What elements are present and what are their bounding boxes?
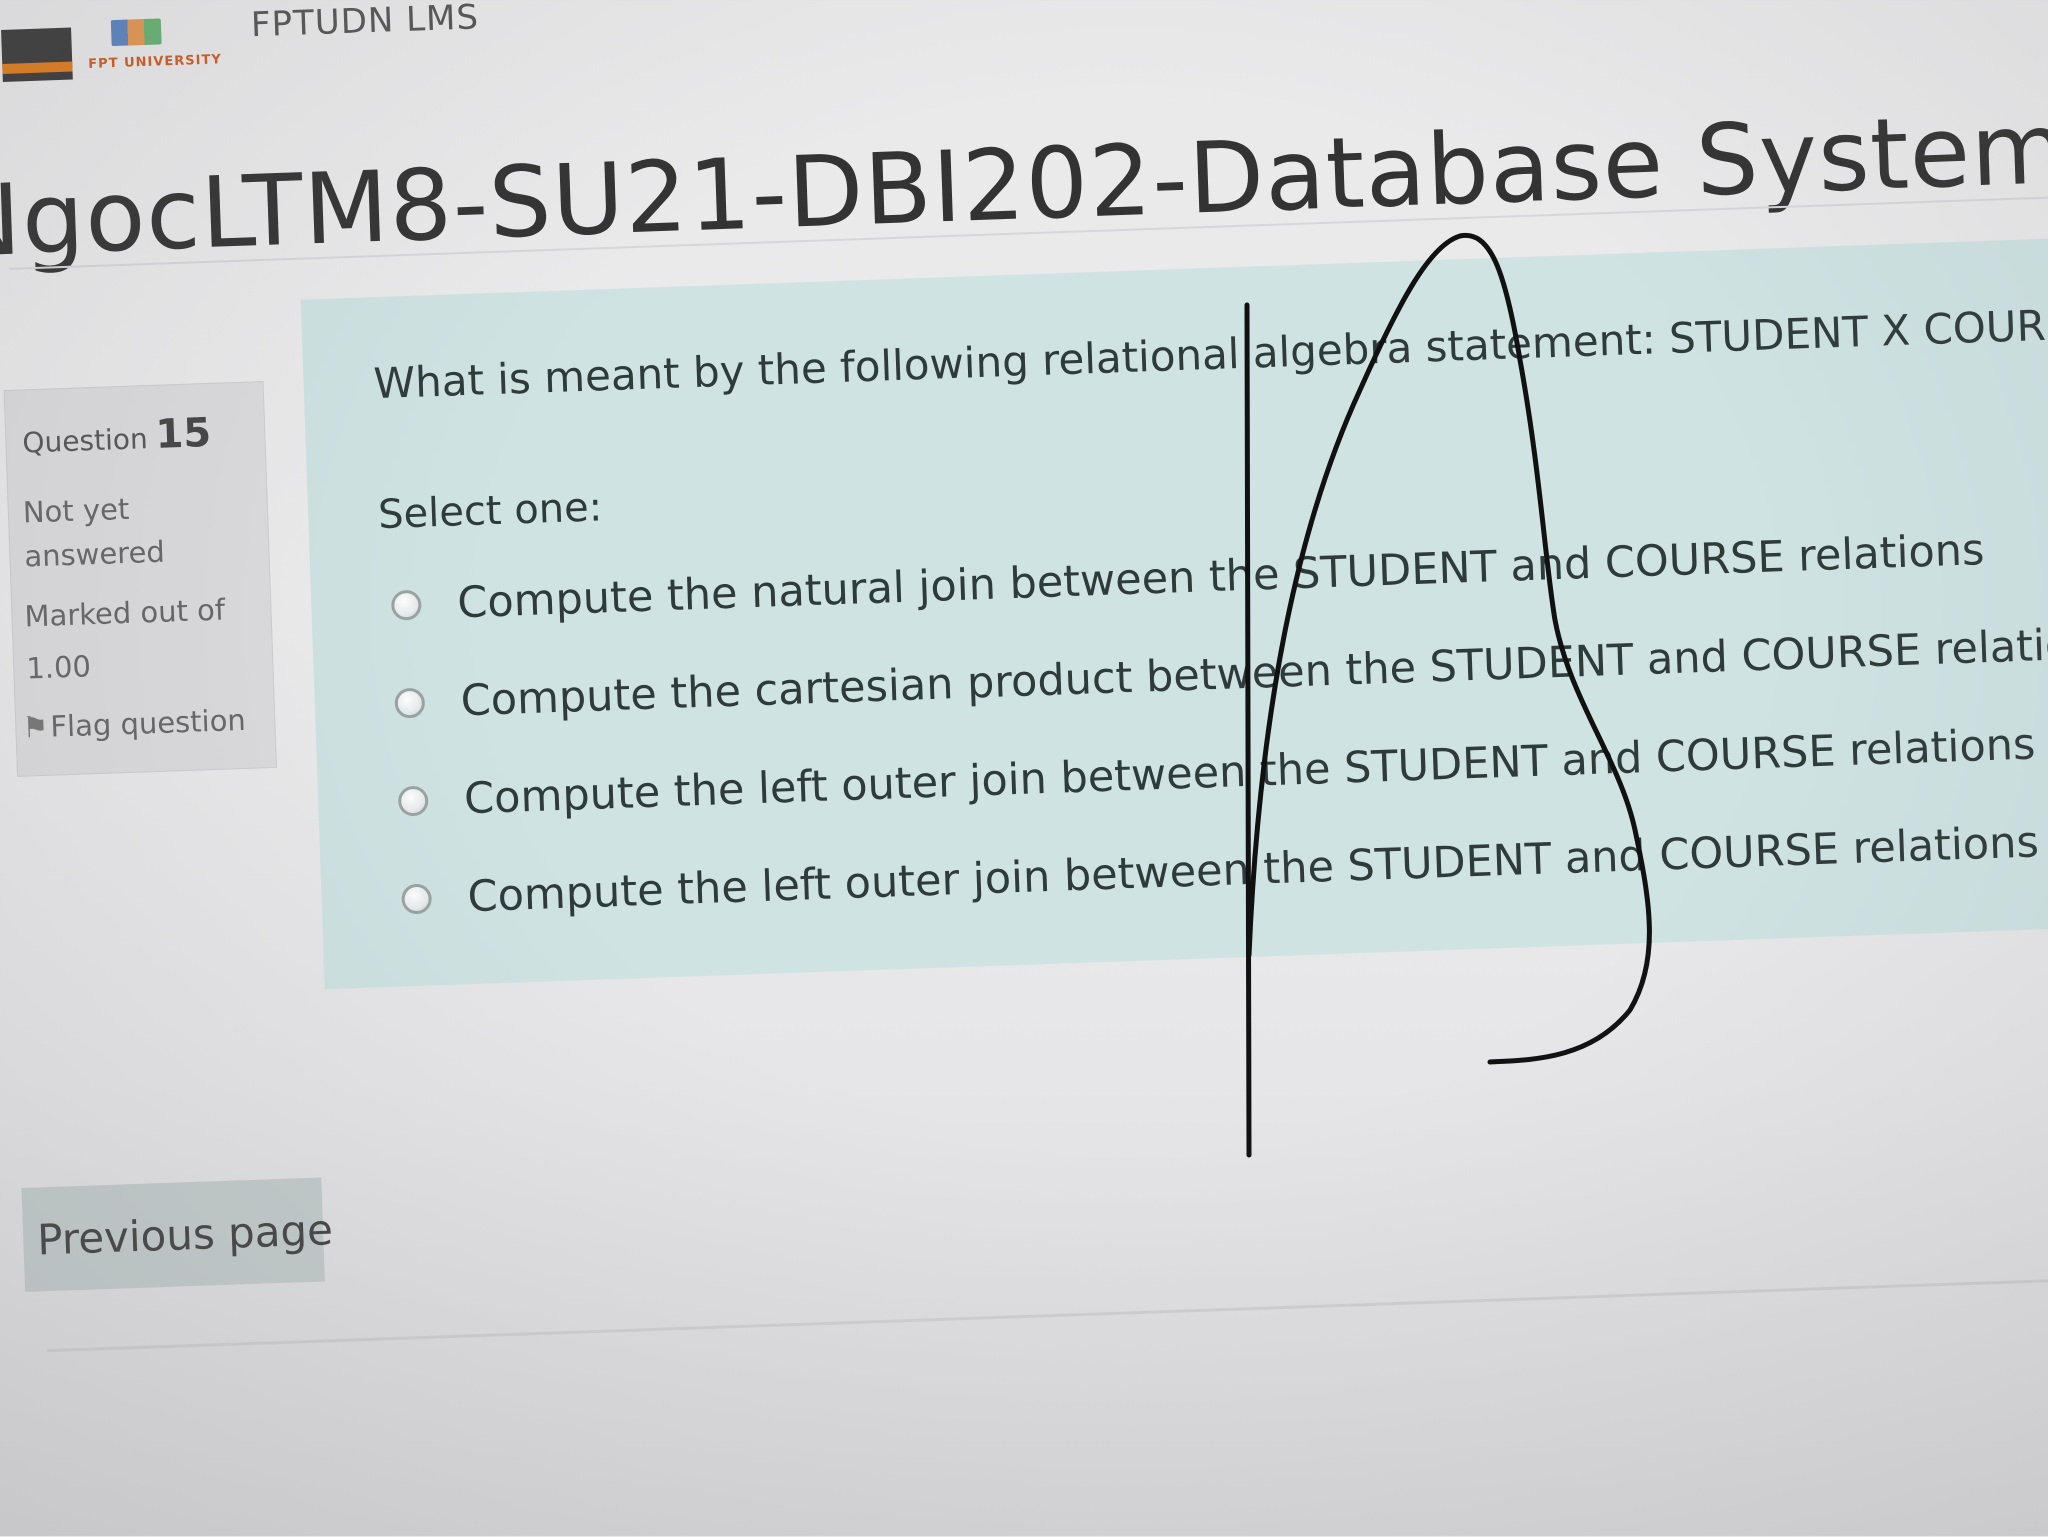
question-label: Question — [21, 422, 149, 460]
lms-title[interactable]: FPTUDN LMS — [250, 0, 479, 45]
bottom-divider — [47, 1276, 2048, 1353]
flag-question-link[interactable]: ⚑Flag question — [22, 703, 246, 745]
radio-button[interactable] — [394, 687, 426, 719]
question-status: Not yet answered — [22, 491, 166, 574]
radio-button[interactable] — [390, 589, 422, 621]
answer-list: Compute the natural join between the STU… — [390, 496, 2048, 948]
radio-button[interactable] — [401, 883, 433, 915]
page: FPT UNIVERSITY FPTUDN LMS NgocLTM8-SU21-… — [0, 0, 2048, 1535]
flag-icon: ⚑ — [21, 709, 49, 745]
flag-question-label: Flag question — [49, 702, 247, 744]
logo-mark — [110, 18, 162, 47]
question-panel: What is meant by the following relationa… — [300, 237, 2048, 990]
question-marks: Marked out of 1.00 — [23, 592, 226, 686]
logo-text: FPT UNIVERSITY — [88, 52, 222, 72]
select-one-prompt: Select one: — [377, 484, 603, 539]
question-number: 15 — [154, 409, 212, 458]
radio-button[interactable] — [397, 785, 429, 817]
question-text: What is meant by the following relationa… — [372, 298, 2048, 409]
question-info-box: Question 15 Not yet answered Marked out o… — [3, 381, 277, 777]
previous-page-button[interactable]: Previous page — [21, 1177, 334, 1292]
site-header: FPT UNIVERSITY FPTUDN LMS — [0, 0, 2048, 82]
brand-block — [1, 27, 73, 82]
question-number-line: Question 15 — [22, 410, 212, 463]
fpt-university-logo[interactable]: FPT UNIVERSITY — [81, 10, 243, 82]
